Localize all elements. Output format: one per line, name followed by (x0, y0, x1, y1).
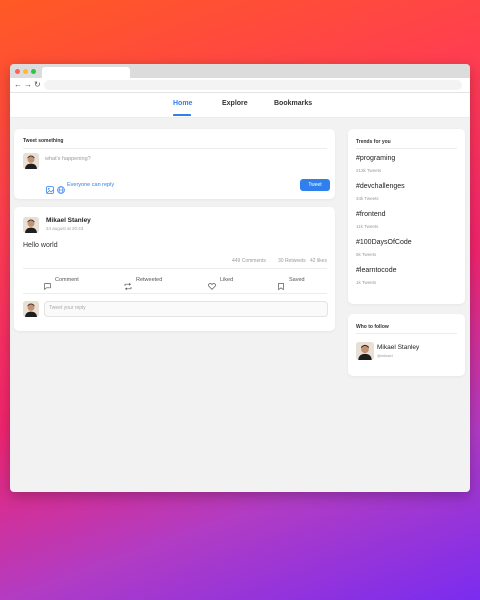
browser-window: ← → ↻ Home Explore Bookmarks Tweet somet… (10, 64, 470, 492)
nav-home-link[interactable]: Home (173, 100, 192, 107)
save-label: Saved (289, 277, 305, 283)
trend-count: 34k Tweets (356, 196, 379, 201)
trend-item[interactable]: #100DaysOfCode 5k Tweets (356, 239, 457, 263)
nav-bookmarks-link[interactable]: Bookmarks (274, 100, 312, 107)
maximize-window-dot[interactable] (31, 69, 36, 74)
tweet-date: 24 august at 20:43 (46, 226, 84, 231)
nav-active-indicator (173, 114, 191, 116)
top-navigation: Home Explore Bookmarks (10, 93, 470, 118)
trend-count: 213k Tweets (356, 168, 382, 173)
follow-name[interactable]: Mikael Stanley (377, 344, 419, 351)
reply-input[interactable]: Tweet your reply (44, 301, 328, 317)
compose-input[interactable]: what's happening? (45, 156, 91, 162)
tweet-card: Mikael Stanley 24 august at 20:43 Hello … (14, 207, 335, 331)
trend-tag: #frontend (356, 211, 386, 218)
avatar (23, 153, 39, 169)
close-window-dot[interactable] (15, 69, 20, 74)
retweet-button[interactable]: Retweeted (124, 276, 174, 291)
trends-title: Trends for you (356, 139, 391, 145)
reply-placeholder: Tweet your reply (49, 305, 86, 311)
trends-divider (356, 148, 457, 149)
trend-tag: #devchallenges (356, 183, 405, 190)
image-icon[interactable] (46, 181, 54, 199)
tweet-button[interactable]: Tweet (300, 179, 330, 191)
tweet-author[interactable]: Mikael Stanley (46, 217, 91, 224)
trends-card: Trends for you #programing 213k Tweets #… (348, 129, 465, 304)
trend-item[interactable]: #programing 213k Tweets (356, 155, 457, 179)
minimize-window-dot[interactable] (23, 69, 28, 74)
trend-tag: #programing (356, 155, 396, 162)
tweet-text: Hello world (23, 242, 58, 249)
trend-tag: #100DaysOfCode (356, 239, 412, 246)
save-button[interactable]: Saved (278, 276, 318, 291)
who-to-follow-card: Who to follow Mikael Stanley @mikael (348, 314, 465, 376)
compose-divider (23, 148, 327, 149)
comment-label: Comment (55, 277, 79, 283)
like-label: Liked (220, 277, 234, 283)
follow-title: Who to follow (356, 324, 389, 330)
back-arrow-icon[interactable]: ← (14, 79, 22, 91)
avatar (23, 217, 39, 233)
trend-tag: #learntocode (356, 267, 397, 274)
address-bar[interactable] (44, 80, 462, 90)
browser-title-bar (10, 64, 470, 78)
trend-count: 5k Tweets (356, 252, 377, 257)
trend-item[interactable]: #frontend 11k Tweets (356, 211, 457, 235)
globe-icon[interactable] (57, 181, 65, 199)
trend-count: 11k Tweets (356, 224, 379, 229)
like-button[interactable]: Liked (208, 276, 248, 290)
retweets-count: 30 Retweets (278, 258, 306, 264)
trend-count: 1k Tweets (356, 280, 377, 285)
trend-item[interactable]: #learntocode 1k Tweets (356, 267, 457, 291)
nav-explore-link[interactable]: Explore (222, 100, 248, 107)
comment-button[interactable]: Comment (44, 276, 94, 291)
comments-count: 449 Comments (232, 258, 266, 264)
avatar (23, 301, 39, 317)
browser-tab[interactable] (42, 67, 130, 78)
reply-audience-selector[interactable]: Everyone can reply (67, 182, 114, 188)
trend-item[interactable]: #devchallenges 34k Tweets (356, 183, 457, 207)
likes-count: 42 likes (310, 258, 327, 264)
compose-title: Tweet something (23, 138, 64, 144)
retweet-label: Retweeted (136, 277, 163, 283)
tweet-divider (23, 268, 327, 269)
forward-arrow-icon[interactable]: → (24, 79, 32, 91)
compose-card: Tweet something what's happening? Everyo… (14, 129, 335, 199)
actions-divider (23, 293, 327, 294)
follow-handle: @mikael (377, 353, 393, 358)
follow-divider (356, 333, 457, 334)
reload-icon[interactable]: ↻ (34, 79, 41, 91)
avatar (356, 342, 374, 360)
browser-toolbar: ← → ↻ (10, 78, 470, 93)
